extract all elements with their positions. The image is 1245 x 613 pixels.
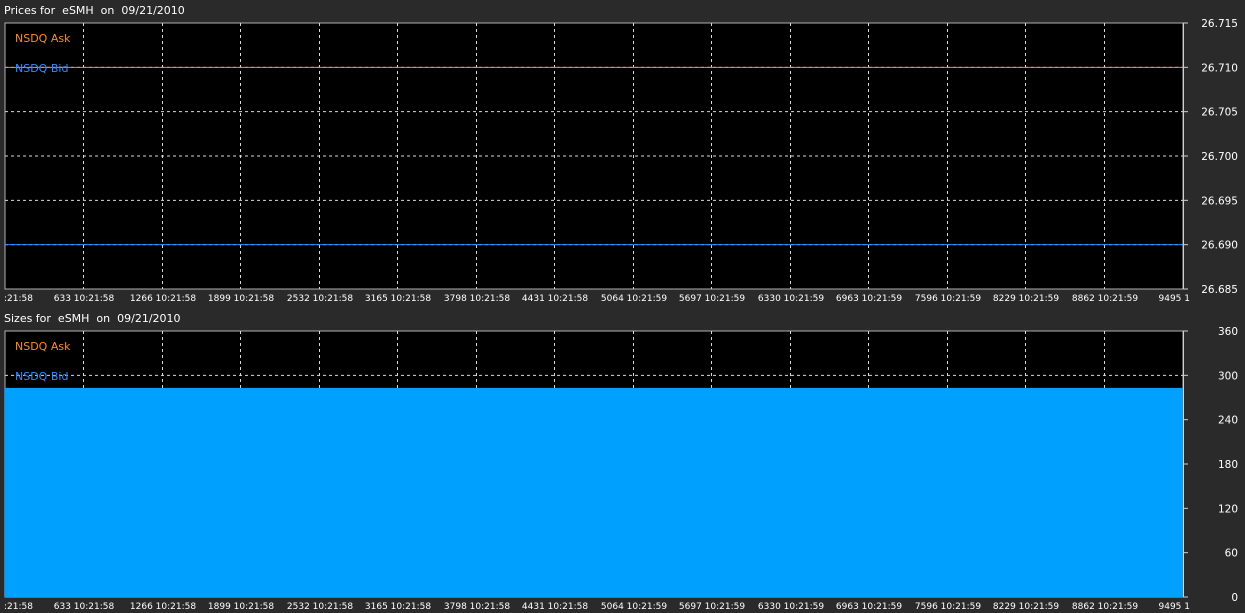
- y-tick-label: 26.700: [1201, 151, 1238, 163]
- x-tick-label: 9495 1: [1159, 602, 1191, 612]
- x-tick-label: 3798 10:21:58: [444, 294, 510, 304]
- x-tick-label: 5064 10:21:59: [601, 602, 667, 612]
- x-tick-label: 8862 10:21:59: [1072, 294, 1138, 304]
- y-tick-label: 26.705: [1201, 107, 1238, 119]
- x-tick-label: 1899 10:21:58: [208, 294, 274, 304]
- x-tick-label: 1899 10:21:58: [208, 602, 274, 612]
- x-tick-label: 1266 10:21:58: [130, 602, 196, 612]
- y-tick-label: 60: [1225, 548, 1238, 560]
- y-tick-label: 0: [1231, 592, 1238, 604]
- x-tick-label: 3165 10:21:58: [365, 294, 431, 304]
- x-tick-label: 6963 10:21:59: [836, 294, 902, 304]
- y-tick-label: 26.690: [1201, 240, 1238, 252]
- x-tick-label: 8862 10:21:59: [1072, 602, 1138, 612]
- x-tick-label: 6330 10:21:59: [758, 602, 824, 612]
- y-tick-label: 26.715: [1201, 18, 1238, 30]
- x-tick-label: 9495 1: [1159, 294, 1191, 304]
- x-tick-label: 8229 10:21:59: [993, 294, 1059, 304]
- y-tick-label: 26.685: [1201, 284, 1238, 296]
- sizes-chart-panel: Sizes for eSMH on 09/21/2010 360 300 240 18…: [0, 308, 1245, 613]
- x-tick-label: 633 10:21:58: [54, 602, 115, 612]
- x-tick-label: 3798 10:21:58: [444, 602, 510, 612]
- x-tick-label: 4431 10:21:58: [522, 294, 588, 304]
- legend-entry-nsdq-bid: NSDQ Bid: [15, 62, 68, 75]
- x-tick-label: 5697 10:21:59: [679, 294, 745, 304]
- y-tick-label: 360: [1218, 326, 1238, 338]
- x-tick-label: :21:58: [4, 602, 33, 612]
- x-tick-label: 8229 10:21:59: [993, 602, 1059, 612]
- x-tick-label: 633 10:21:58: [54, 294, 115, 304]
- x-tick-label: :21:58: [4, 294, 33, 304]
- sizes-chart: 360 300 240 180 120 60 0 NSDQ Ask NSDQ Bid :21:58…: [4, 326, 1238, 612]
- prices-chart-panel: Prices for eSMH on 09/21/2010 26.715 26.7…: [0, 0, 1245, 308]
- y-tick-label: 240: [1218, 415, 1238, 427]
- y-tick-label: 120: [1218, 503, 1238, 515]
- y-tick-label: 26.695: [1201, 195, 1238, 207]
- y-tick-label: 26.710: [1201, 62, 1238, 74]
- x-tick-label: 3165 10:21:58: [365, 602, 431, 612]
- y-tick-label: 300: [1218, 370, 1238, 382]
- legend-entry-nsdq-ask: NSDQ Ask: [15, 340, 71, 353]
- x-tick-label: 6963 10:21:59: [836, 602, 902, 612]
- x-tick-label: 7596 10:21:59: [915, 294, 981, 304]
- x-tick-label: 2532 10:21:58: [287, 602, 353, 612]
- x-tick-label: 7596 10:21:59: [915, 602, 981, 612]
- legend-entry-nsdq-ask: NSDQ Ask: [15, 32, 71, 45]
- x-tick-label: 5064 10:21:59: [601, 294, 667, 304]
- x-tick-label: 5697 10:21:59: [679, 602, 745, 612]
- prices-chart: 26.715 26.710 26.705 26.700 26.695 26.690 26.6…: [4, 18, 1238, 304]
- y-tick-label: 180: [1218, 459, 1238, 471]
- x-tick-label: 6330 10:21:59: [758, 294, 824, 304]
- x-tick-label: 2532 10:21:58: [287, 294, 353, 304]
- x-tick-label: 4431 10:21:58: [522, 602, 588, 612]
- x-tick-label: 1266 10:21:58: [130, 294, 196, 304]
- legend-entry-nsdq-bid: NSDQ Bid: [15, 370, 68, 383]
